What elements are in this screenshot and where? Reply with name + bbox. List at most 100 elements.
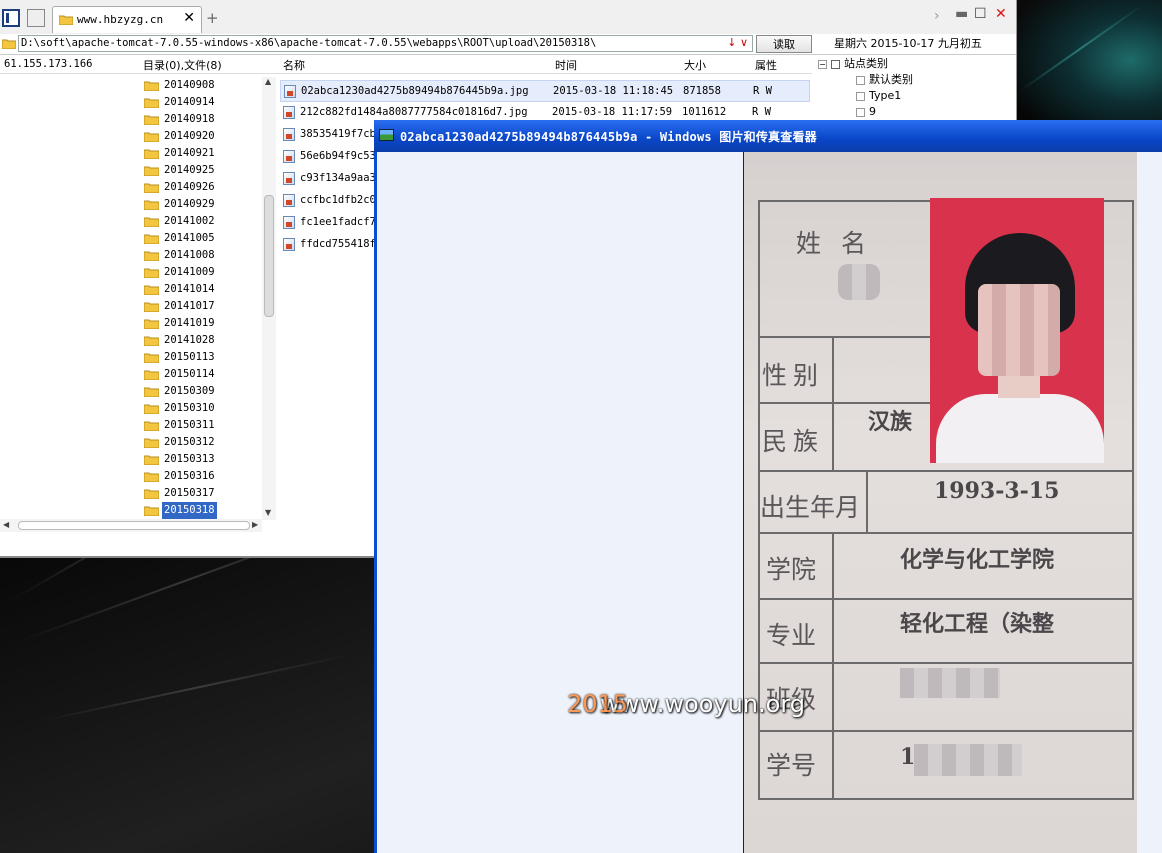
tree-folder-item[interactable]: 20150113 [140,349,262,366]
birth-value: 1993-3-15 [934,478,1060,504]
folder-icon [144,149,159,159]
tree-folder-label: 20140925 [164,164,215,176]
maximize-icon[interactable]: ☐ [974,6,987,22]
tree-folder-label: 20150310 [164,402,215,414]
tree-folder-label: 20141005 [164,232,215,244]
viewer-title: 02abca1230ad4275b89494b876445b9a - Windo… [400,130,817,144]
read-button[interactable]: 读取 [756,35,812,53]
tree-folder-item[interactable]: 20150312 [140,434,262,451]
folder-icon [144,217,159,227]
category-checkbox-icon[interactable] [856,91,865,101]
file-name: 212c882fd1484a8087777584c01816d7.jpg [300,106,528,118]
tree-folder-label: 20150318 [162,502,217,519]
folder-icon [144,387,159,397]
tree-folder-item[interactable]: 20140918 [140,111,262,128]
tab-close-icon[interactable]: ✕ [183,10,195,26]
category-label: Type1 [869,89,902,102]
tree-folder-item[interactable]: 20150318 [140,502,262,519]
id-card-photo: 姓 名 性别 民族 汉族 出生年月 1993-3-15 学院 化学与化工学院 专… [743,152,1137,853]
tree-vertical-scrollbar[interactable]: ▲ ▼ [262,77,276,520]
tree-folder-label: 20150311 [164,419,215,431]
tree-folder-item[interactable]: 20141005 [140,230,262,247]
folder-icon [144,455,159,465]
tree-folder-label: 20141009 [164,266,215,278]
path-text: D:\soft\apache-tomcat-7.0.55-windows-x86… [21,37,597,49]
tab-bar: www.hbzyzg.cn ✕ + › ▬ ☐ ✕ [0,0,1016,35]
tree-folder-item[interactable]: 20141014 [140,281,262,298]
tree-folder-label: 20150316 [164,470,215,482]
tree-folder-item[interactable]: 20141009 [140,264,262,281]
tree-folder-item[interactable]: 20141017 [140,298,262,315]
tree-folder-item[interactable]: 20140920 [140,128,262,145]
tree-folder-label: 20150317 [164,487,215,499]
college-value: 化学与化工学院 [900,547,1055,573]
tree-folder-label: 20150313 [164,453,215,465]
tree-folder-item[interactable]: 20140926 [140,179,262,196]
tree-folder-item[interactable]: 20140908 [140,77,262,94]
category-checkbox-icon[interactable] [856,107,865,117]
file-time: 2015-03-18 11:18:45 [553,85,674,97]
tree-folder-item[interactable]: 20141028 [140,332,262,349]
folder-icon [144,200,159,210]
file-time: 2015-03-18 11:17:59 [552,106,673,118]
path-dropdown-icon[interactable]: ↓ ∨ [727,36,748,49]
tree-folder-label: 20150312 [164,436,215,448]
new-blank-tab-button[interactable] [27,9,45,27]
tab-hbzyzg[interactable]: www.hbzyzg.cn ✕ [52,6,202,33]
server-ip: 61.155.173.166 [4,58,93,70]
new-tab-icon[interactable]: + [206,9,219,27]
category-item[interactable]: 9 [818,104,1014,120]
file-name: 38535419f7cb [300,128,376,140]
folder-icon [144,472,159,482]
tree-folder-item[interactable]: 20150311 [140,417,262,434]
tab-title: www.hbzyzg.cn [77,13,164,26]
tree-folder-item[interactable]: 20141008 [140,247,262,264]
column-header-attr[interactable]: 属性 [755,57,777,73]
tree-folder-item[interactable]: 20150316 [140,468,262,485]
gender-label: 性别 [762,361,825,390]
tree-folder-item[interactable]: 20140914 [140,94,262,111]
tree-horizontal-scrollbar[interactable]: ◀ ▶ [0,519,262,532]
column-header-name[interactable]: 名称 [283,57,305,73]
tree-folder-item[interactable]: 20150317 [140,485,262,502]
name-pixelated [838,264,880,300]
tree-folder-item[interactable]: 20140925 [140,162,262,179]
viewer-title-bar[interactable]: 02abca1230ad4275b89494b876445b9a - Windo… [374,120,1162,152]
tree-folder-item[interactable]: 20150309 [140,383,262,400]
column-header-size[interactable]: 大小 [684,57,706,73]
category-item[interactable]: 默认类别 [818,72,1014,88]
image-file-icon [284,85,296,98]
portrait [930,198,1104,463]
tree-folder-item[interactable]: 20141019 [140,315,262,332]
tree-folder-label: 20140908 [164,79,215,91]
file-row[interactable]: 02abca1230ad4275b89494b876445b9a.jpg 2015… [280,80,810,102]
category-label: 9 [869,105,876,118]
path-input[interactable]: D:\soft\apache-tomcat-7.0.55-windows-x86… [18,35,753,52]
minimize-icon[interactable]: ▬ [955,6,968,22]
category-item[interactable]: Type1 [818,88,1014,104]
column-header-time[interactable]: 时间 [555,57,577,73]
major-value: 轻化工程（染整 [900,611,1055,637]
tree-folder-item[interactable]: 20150310 [140,400,262,417]
chevron-right-icon[interactable]: › [934,8,940,24]
folder-icon [2,39,16,49]
viewer-canvas: 姓 名 性别 民族 汉族 出生年月 1993-3-15 学院 化学与化工学院 专… [377,152,1162,853]
tree-folder-item[interactable]: 20140929 [140,196,262,213]
tree-folder-item[interactable]: 20141002 [140,213,262,230]
image-file-icon [283,106,295,119]
tree-folder-item[interactable]: 20150313 [140,451,262,468]
category-root[interactable]: − 站点类别 [818,56,1014,72]
folder-icon [144,421,159,431]
panel-toggle-button[interactable] [2,9,20,27]
close-window-icon[interactable]: ✕ [995,6,1007,22]
folder-icon [144,183,159,193]
collapse-icon[interactable]: − [818,59,827,69]
folder-icon [59,15,73,25]
tree-folder-item[interactable]: 20150114 [140,366,262,383]
file-size: 1011612 [682,106,727,118]
category-checkbox-icon[interactable] [856,75,865,85]
tree-folder-item[interactable]: 20140921 [140,145,262,162]
file-name: ccfbc1dfb2c0 [300,194,376,206]
file-name: c93f134a9aa3 [300,172,376,184]
file-name: 56e6b94f9c53 [300,150,376,162]
